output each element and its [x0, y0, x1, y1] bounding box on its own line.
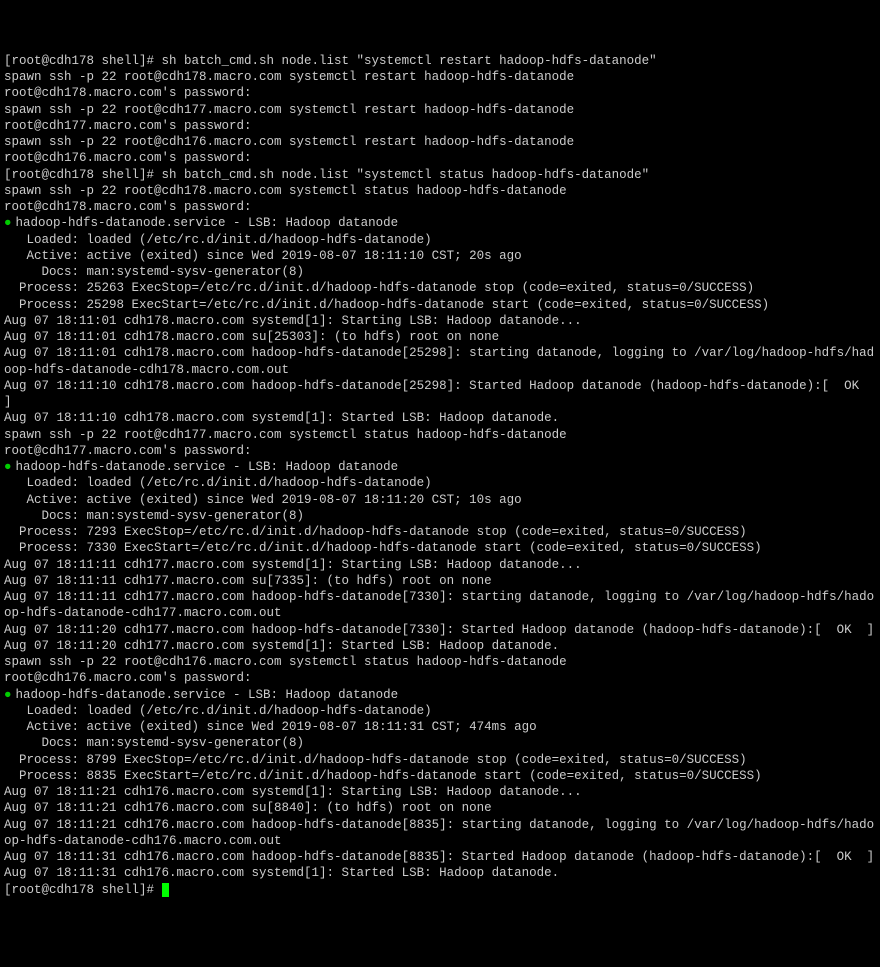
- terminal-line: Process: 8835 ExecStart=/etc/rc.d/init.d…: [4, 768, 876, 784]
- terminal-line: Aug 07 18:11:11 cdh177.macro.com hadoop-…: [4, 589, 876, 622]
- cursor-icon: [162, 883, 169, 897]
- terminal-line: Aug 07 18:11:21 cdh176.macro.com hadoop-…: [4, 817, 876, 850]
- terminal-line: Loaded: loaded (/etc/rc.d/init.d/hadoop-…: [4, 232, 876, 248]
- terminal-line: Process: 25263 ExecStop=/etc/rc.d/init.d…: [4, 280, 876, 296]
- terminal-line: Aug 07 18:11:20 cdh177.macro.com hadoop-…: [4, 622, 876, 638]
- terminal-prompt[interactable]: [root@cdh178 shell]#: [4, 882, 876, 898]
- terminal-line: root@cdh176.macro.com's password:: [4, 150, 876, 166]
- terminal-line: spawn ssh -p 22 root@cdh177.macro.com sy…: [4, 102, 876, 118]
- terminal-line: Process: 7293 ExecStop=/etc/rc.d/init.d/…: [4, 524, 876, 540]
- terminal-output[interactable]: [root@cdh178 shell]# sh batch_cmd.sh nod…: [4, 53, 876, 898]
- terminal-line: spawn ssh -p 22 root@cdh176.macro.com sy…: [4, 654, 876, 670]
- terminal-line: Aug 07 18:11:01 cdh178.macro.com hadoop-…: [4, 345, 876, 378]
- terminal-line: Loaded: loaded (/etc/rc.d/init.d/hadoop-…: [4, 703, 876, 719]
- terminal-line: spawn ssh -p 22 root@cdh176.macro.com sy…: [4, 134, 876, 150]
- terminal-line: Aug 07 18:11:21 cdh176.macro.com su[8840…: [4, 800, 876, 816]
- active-bullet-icon: ●: [4, 216, 12, 230]
- terminal-line: Aug 07 18:11:11 cdh177.macro.com su[7335…: [4, 573, 876, 589]
- terminal-line: Process: 7330 ExecStart=/etc/rc.d/init.d…: [4, 540, 876, 556]
- terminal-line: Aug 07 18:11:20 cdh177.macro.com systemd…: [4, 638, 876, 654]
- terminal-line: ●hadoop-hdfs-datanode.service - LSB: Had…: [4, 459, 876, 475]
- terminal-line: root@cdh177.macro.com's password:: [4, 443, 876, 459]
- terminal-line: root@cdh176.macro.com's password:: [4, 670, 876, 686]
- terminal-line: Docs: man:systemd-sysv-generator(8): [4, 735, 876, 751]
- terminal-line: ●hadoop-hdfs-datanode.service - LSB: Had…: [4, 687, 876, 703]
- terminal-line: Aug 07 18:11:31 cdh176.macro.com systemd…: [4, 865, 876, 881]
- terminal-line: Aug 07 18:11:11 cdh177.macro.com systemd…: [4, 557, 876, 573]
- terminal-line: ●hadoop-hdfs-datanode.service - LSB: Had…: [4, 215, 876, 231]
- terminal-line: Active: active (exited) since Wed 2019-0…: [4, 248, 876, 264]
- terminal-line: Aug 07 18:11:10 cdh178.macro.com systemd…: [4, 410, 876, 426]
- terminal-line: Docs: man:systemd-sysv-generator(8): [4, 508, 876, 524]
- terminal-line: root@cdh177.macro.com's password:: [4, 118, 876, 134]
- terminal-line: spawn ssh -p 22 root@cdh178.macro.com sy…: [4, 183, 876, 199]
- terminal-line: Aug 07 18:11:31 cdh176.macro.com hadoop-…: [4, 849, 876, 865]
- terminal-line: root@cdh178.macro.com's password:: [4, 199, 876, 215]
- terminal-line: root@cdh178.macro.com's password:: [4, 85, 876, 101]
- active-bullet-icon: ●: [4, 460, 12, 474]
- active-bullet-icon: ●: [4, 688, 12, 702]
- terminal-line: Aug 07 18:11:10 cdh178.macro.com hadoop-…: [4, 378, 876, 411]
- terminal-line: Active: active (exited) since Wed 2019-0…: [4, 492, 876, 508]
- terminal-line: [root@cdh178 shell]# sh batch_cmd.sh nod…: [4, 167, 876, 183]
- terminal-line: Active: active (exited) since Wed 2019-0…: [4, 719, 876, 735]
- terminal-line: Process: 25298 ExecStart=/etc/rc.d/init.…: [4, 297, 876, 313]
- terminal-line: [root@cdh178 shell]# sh batch_cmd.sh nod…: [4, 53, 876, 69]
- terminal-line: Aug 07 18:11:01 cdh178.macro.com su[2530…: [4, 329, 876, 345]
- terminal-line: spawn ssh -p 22 root@cdh178.macro.com sy…: [4, 69, 876, 85]
- terminal-line: Loaded: loaded (/etc/rc.d/init.d/hadoop-…: [4, 475, 876, 491]
- terminal-line: Aug 07 18:11:21 cdh176.macro.com systemd…: [4, 784, 876, 800]
- terminal-line: Process: 8799 ExecStop=/etc/rc.d/init.d/…: [4, 752, 876, 768]
- terminal-line: spawn ssh -p 22 root@cdh177.macro.com sy…: [4, 427, 876, 443]
- terminal-line: Docs: man:systemd-sysv-generator(8): [4, 264, 876, 280]
- terminal-line: Aug 07 18:11:01 cdh178.macro.com systemd…: [4, 313, 876, 329]
